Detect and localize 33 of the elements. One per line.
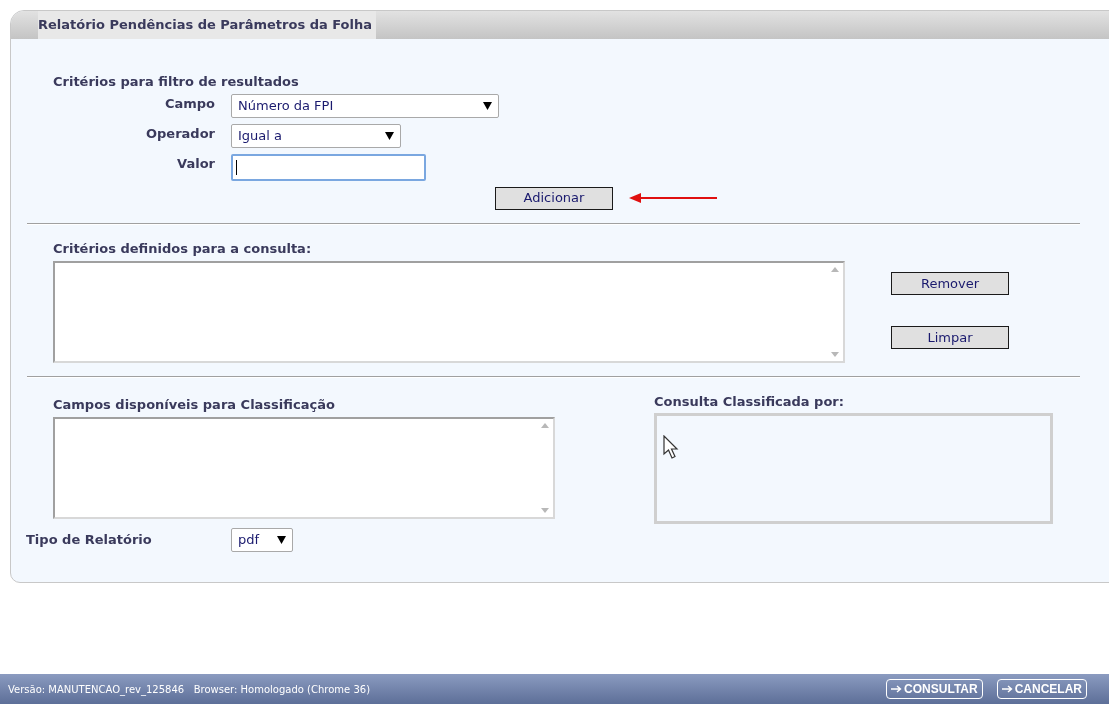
- action-button[interactable]: Limpar: [891, 326, 1009, 349]
- footer-button[interactable]: CONSULTAR: [886, 679, 983, 699]
- text-cursor: [236, 159, 237, 175]
- section-heading: Consulta Classificada por:: [654, 393, 845, 411]
- scroll-down-icon[interactable]: [831, 352, 839, 357]
- version-text: Versão: MANUTENCAO_rev_125846 Browser: Homologado (Chrome 36): [8, 682, 371, 697]
- field-label: Campo: [163, 94, 216, 113]
- field-label: Tipo de Relatório: [26, 530, 153, 549]
- scroll-up-icon[interactable]: [541, 422, 549, 428]
- list-box[interactable]: [654, 412, 1053, 524]
- section-heading: Critérios definidos para a consulta:: [53, 239, 313, 258]
- scroll-up-icon[interactable]: [831, 267, 839, 272]
- caret-icon: [483, 101, 492, 110]
- input-field[interactable]: [231, 153, 426, 181]
- dropdown[interactable]: Igual a: [231, 123, 401, 148]
- scroll-down-icon[interactable]: [541, 507, 549, 513]
- caret-icon: [385, 131, 394, 140]
- list-box[interactable]: [53, 416, 555, 519]
- dropdown[interactable]: pdf: [231, 527, 293, 552]
- list-box[interactable]: [53, 261, 845, 363]
- footer-button[interactable]: CANCELAR: [996, 679, 1087, 699]
- field-label: Valor: [176, 154, 216, 173]
- cursor-icon: [663, 434, 680, 459]
- panel-title: Relatório Pendências de Parâmetros da Folha: [38, 11, 377, 39]
- arrow-icon: [1001, 685, 1013, 693]
- section-heading: Campos disponíveis para Classificação: [53, 396, 336, 414]
- action-button[interactable]: Adicionar: [495, 186, 613, 210]
- arrow-icon: [891, 685, 903, 693]
- dropdown[interactable]: Número da FPI: [231, 93, 499, 118]
- section-heading: Critérios para filtro de resultados: [53, 73, 300, 91]
- action-button[interactable]: Remover: [891, 272, 1009, 295]
- field-label: Operador: [145, 124, 216, 143]
- caret-icon: [277, 535, 286, 544]
